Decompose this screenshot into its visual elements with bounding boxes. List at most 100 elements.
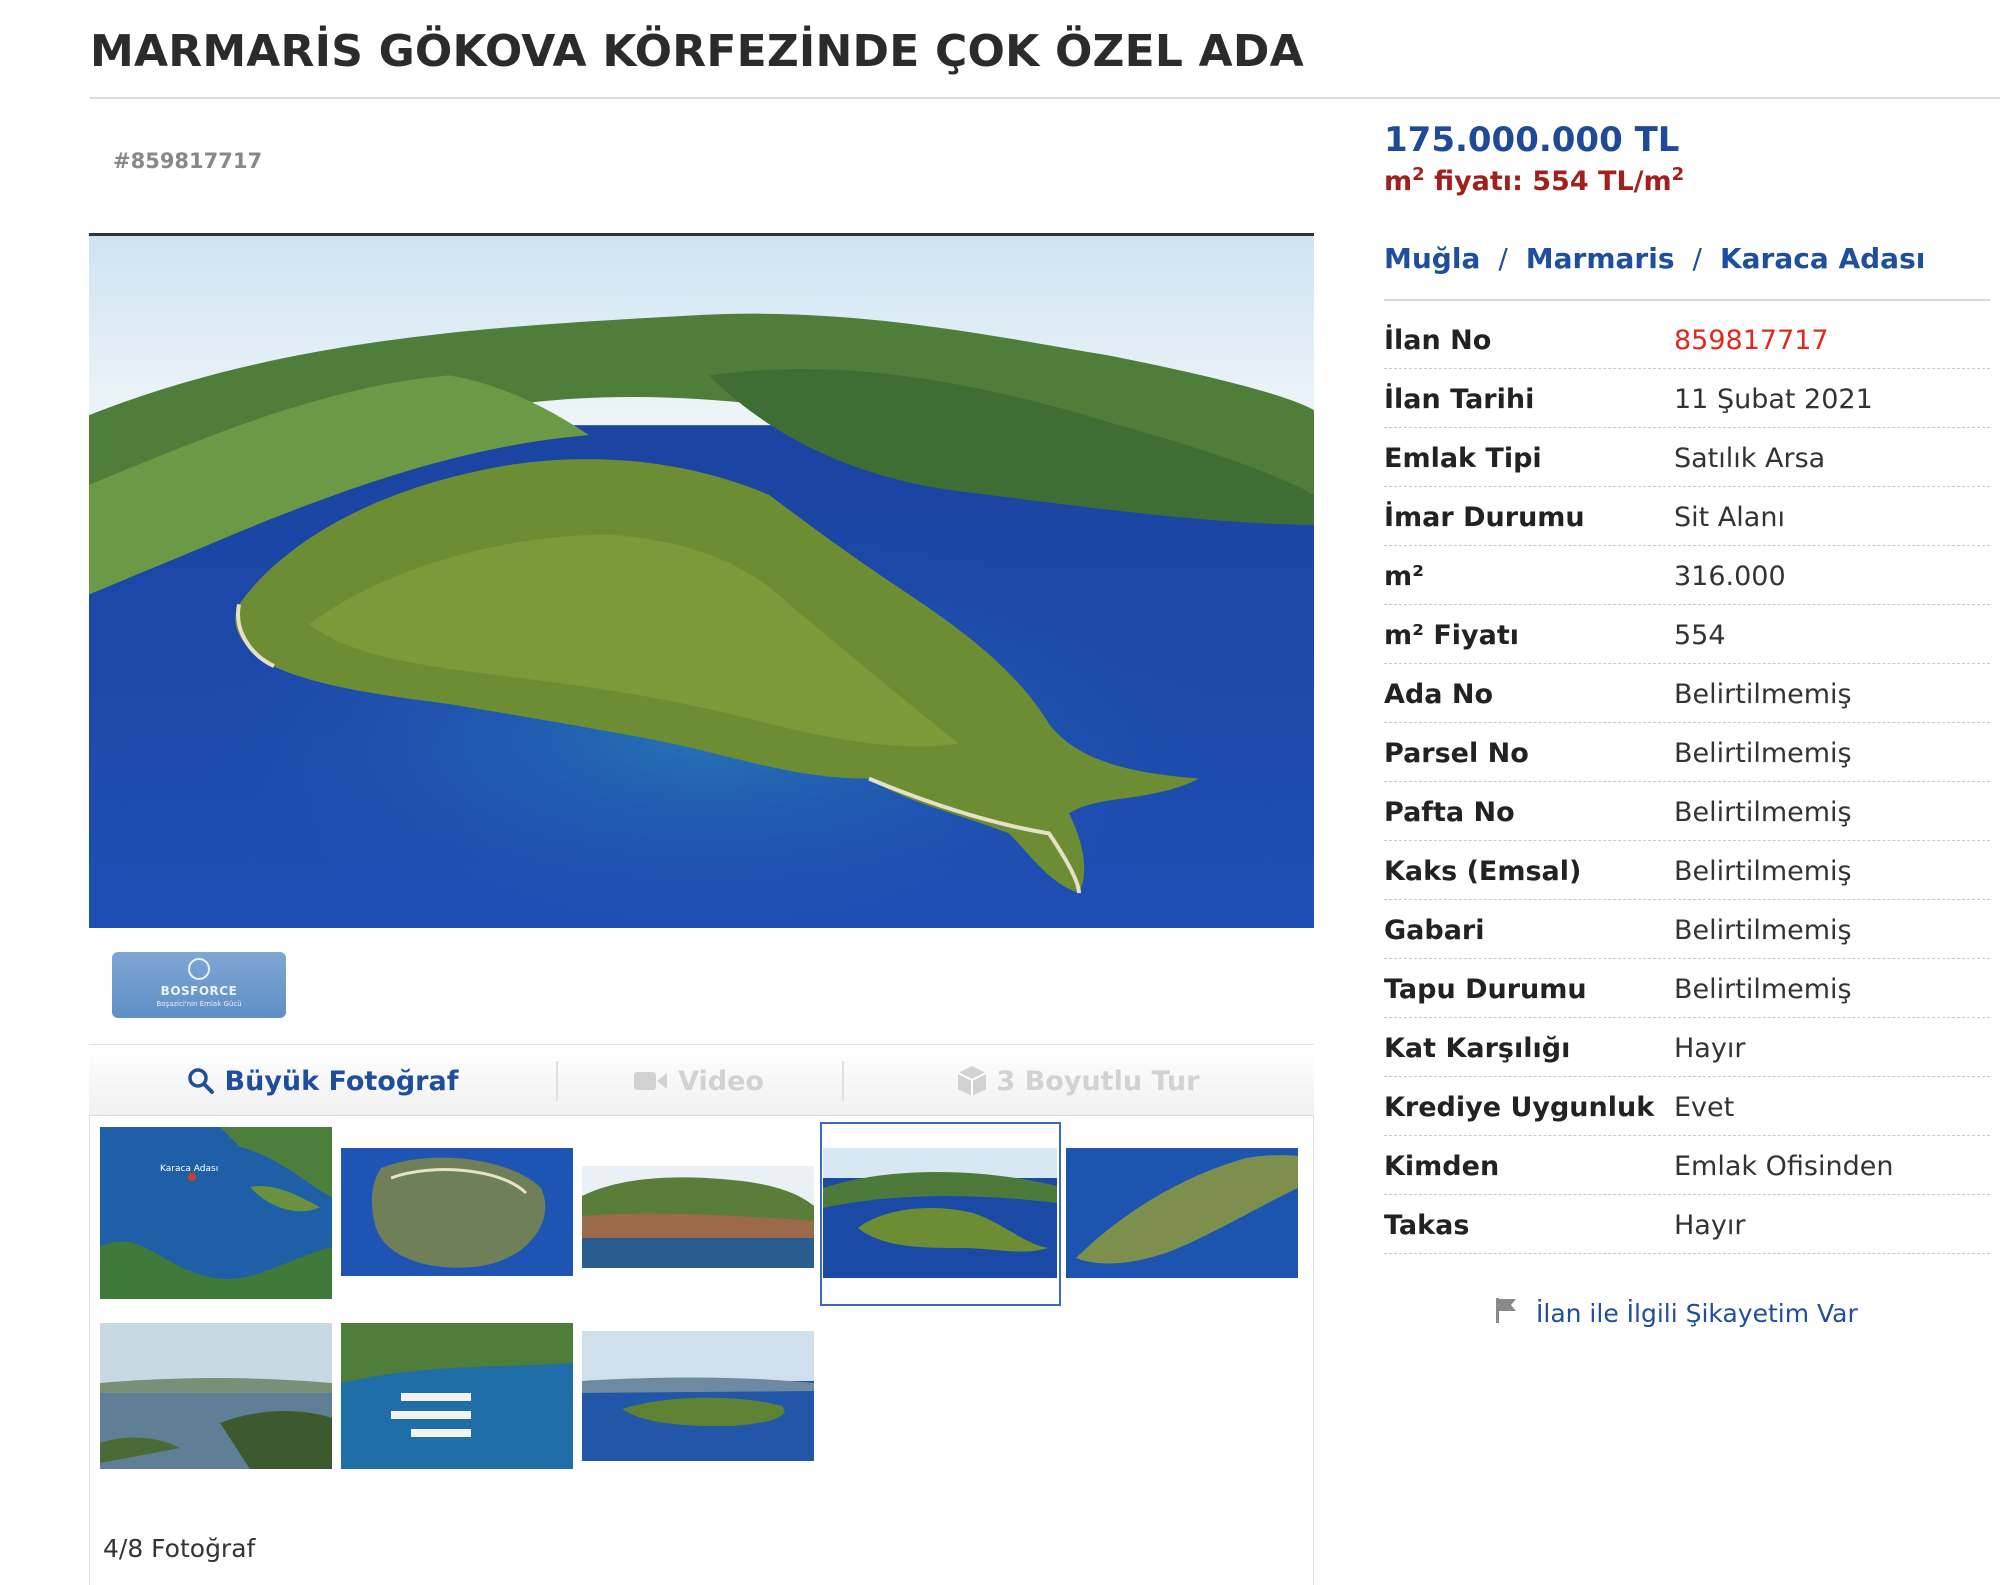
flag-icon [1494, 1296, 1520, 1330]
listing-title: MARMARİS GÖKOVA KÖRFEZİNDE ÇOK ÖZEL ADA [90, 26, 1304, 77]
detail-key: Pafta No [1384, 797, 1515, 828]
video-camera-icon [634, 1070, 668, 1092]
detail-row-floor-area-ratio: Kaks (Emsal) Belirtilmemiş [1384, 841, 1990, 900]
thumbnail-6[interactable] [100, 1323, 332, 1469]
price-per-m2-prefix: m [1384, 166, 1413, 197]
title-divider [90, 97, 2000, 99]
detail-value: 316.000 [1674, 561, 1786, 592]
detail-row-parcel-no: Parsel No Belirtilmemiş [1384, 723, 1990, 782]
detail-row-property-type: Emlak Tipi Satılık Arsa [1384, 428, 1990, 487]
tab-large-photo-label: Büyük Fotoğraf [224, 1065, 459, 1097]
thumbnail-8[interactable] [582, 1331, 814, 1461]
detail-key: Parsel No [1384, 738, 1529, 769]
tab-video-label: Video [678, 1065, 764, 1097]
location-breadcrumb: Muğla / Marmaris / Karaca Adası [1384, 242, 1925, 275]
detail-key: Kat Karşılığı [1384, 1033, 1571, 1064]
tab-3d-tour-label: 3 Boyutlu Tur [996, 1065, 1200, 1097]
detail-key: Ada No [1384, 679, 1493, 710]
detail-row-listing-date: İlan Tarihi 11 Şubat 2021 [1384, 369, 1990, 428]
map-thumbnail-photo: Karaca Adası [100, 1127, 332, 1299]
detail-value: 859817717 [1674, 325, 1829, 356]
detail-row-block-no: Ada No Belirtilmemiş [1384, 664, 1990, 723]
tab-large-photo[interactable]: Büyük Fotoğraf [89, 1045, 556, 1117]
report-listing-label: İlan ile İlgili Şikayetim Var [1536, 1298, 1858, 1328]
island-distant-photo [582, 1331, 814, 1461]
detail-row-flat-for-land: Kat Karşılığı Hayır [1384, 1018, 1990, 1077]
detail-key: İlan No [1384, 325, 1492, 356]
detail-row-swap: Takas Hayır [1384, 1195, 1990, 1254]
agency-logo-tagline: Boşazici'nin Emlak Gücü [156, 1000, 242, 1008]
breadcrumb-area[interactable]: Karaca Adası [1720, 242, 1925, 275]
search-icon [187, 1067, 215, 1095]
selected-thumbnail-frame [820, 1122, 1061, 1306]
detail-key: Krediye Uygunluk [1384, 1092, 1655, 1123]
detail-value: Belirtilmemiş [1674, 738, 1852, 769]
detail-row-area: m² 316.000 [1384, 546, 1990, 605]
island-aerial-photo [89, 236, 1314, 928]
detail-value: 554 [1674, 620, 1726, 651]
detail-row-zoning: İmar Durumu Sit Alanı [1384, 487, 1990, 546]
detail-key: Takas [1384, 1210, 1470, 1241]
detail-row-map-sheet-no: Pafta No Belirtilmemiş [1384, 782, 1990, 841]
detail-key: m² Fiyatı [1384, 620, 1520, 651]
detail-key: m² [1384, 561, 1424, 592]
island-top-view-photo [341, 1148, 573, 1276]
detail-value: Hayır [1674, 1210, 1746, 1241]
detail-value: Belirtilmemiş [1674, 974, 1852, 1005]
main-photo[interactable] [89, 233, 1314, 928]
detail-value: Belirtilmemiş [1674, 797, 1852, 828]
detail-value: Belirtilmemiş [1674, 679, 1852, 710]
detail-value: Belirtilmemiş [1674, 915, 1852, 946]
detail-key: Kimden [1384, 1151, 1500, 1182]
listing-details-table: İlan No 859817717 İlan Tarihi 11 Şubat 202… [1384, 310, 1990, 1254]
island-side-photo [1066, 1148, 1298, 1278]
detail-row-seller-type: Kimden Emlak Ofisinden [1384, 1136, 1990, 1195]
photo-counter: 4/8 Fotoğraf [103, 1534, 256, 1563]
breadcrumb-city[interactable]: Muğla [1384, 242, 1480, 275]
island-shore-photo [582, 1166, 814, 1268]
thumbnail-3[interactable] [582, 1166, 814, 1268]
detail-key: Emlak Tipi [1384, 443, 1542, 474]
detail-value: Satılık Arsa [1674, 443, 1826, 474]
tab-3d-tour[interactable]: 3 Boyutlu Tur [842, 1045, 1314, 1117]
breadcrumb-separator: / [1498, 242, 1508, 275]
thumbnail-5[interactable] [1066, 1148, 1298, 1278]
detail-row-height-limit: Gabari Belirtilmemiş [1384, 900, 1990, 959]
tab-video[interactable]: Video [556, 1045, 842, 1117]
breadcrumb-district[interactable]: Marmaris [1526, 242, 1675, 275]
detail-key: Gabari [1384, 915, 1485, 946]
agency-logo[interactable]: BOSFORCE Boşazici'nin Emlak Gücü [112, 952, 286, 1018]
detail-key: İmar Durumu [1384, 502, 1585, 533]
price-per-m2-text: fiyatı: 554 TL/m [1424, 166, 1672, 197]
thumbnail-2[interactable] [341, 1148, 573, 1276]
price-per-m2-unit-superscript: 2 [1671, 164, 1685, 185]
price-total: 175.000.000 TL [1384, 120, 1680, 160]
detail-row-listing-no: İlan No 859817717 [1384, 310, 1990, 369]
report-listing-link[interactable]: İlan ile İlgili Şikayetim Var [1494, 1296, 1858, 1330]
detail-value: Hayır [1674, 1033, 1746, 1064]
media-tabs: Büyük Fotoğraf Video 3 Boyutlu Tur [89, 1044, 1314, 1116]
detail-value: 11 Şubat 2021 [1674, 384, 1873, 415]
detail-value: Sit Alanı [1674, 502, 1785, 533]
listing-id: #859817717 [113, 149, 263, 173]
agency-logo-name: BOSFORCE [160, 984, 238, 998]
detail-value: Evet [1674, 1092, 1735, 1123]
agency-logo-mark-icon [188, 958, 210, 980]
detail-value: Belirtilmemiş [1674, 856, 1852, 887]
detail-value: Emlak Ofisinden [1674, 1151, 1894, 1182]
thumbnail-map-label: Karaca Adası [160, 1164, 218, 1174]
thumbnail-7[interactable] [341, 1323, 573, 1469]
detail-row-price-per-m2: m² Fiyatı 554 [1384, 605, 1990, 664]
detail-key: Tapu Durumu [1384, 974, 1587, 1005]
detail-key: İlan Tarihi [1384, 384, 1535, 415]
detail-row-credit-eligible: Krediye Uygunluk Evet [1384, 1077, 1990, 1136]
detail-row-deed-status: Tapu Durumu Belirtilmemiş [1384, 959, 1990, 1018]
breadcrumb-separator: / [1692, 242, 1702, 275]
bay-panorama-photo [100, 1323, 332, 1469]
marina-photo [341, 1323, 573, 1469]
price-per-m2-superscript: 2 [1412, 164, 1425, 185]
cube-icon [957, 1065, 987, 1097]
breadcrumb-divider [1384, 299, 1990, 301]
thumbnail-1[interactable]: Karaca Adası [100, 1127, 332, 1299]
detail-key: Kaks (Emsal) [1384, 856, 1582, 887]
